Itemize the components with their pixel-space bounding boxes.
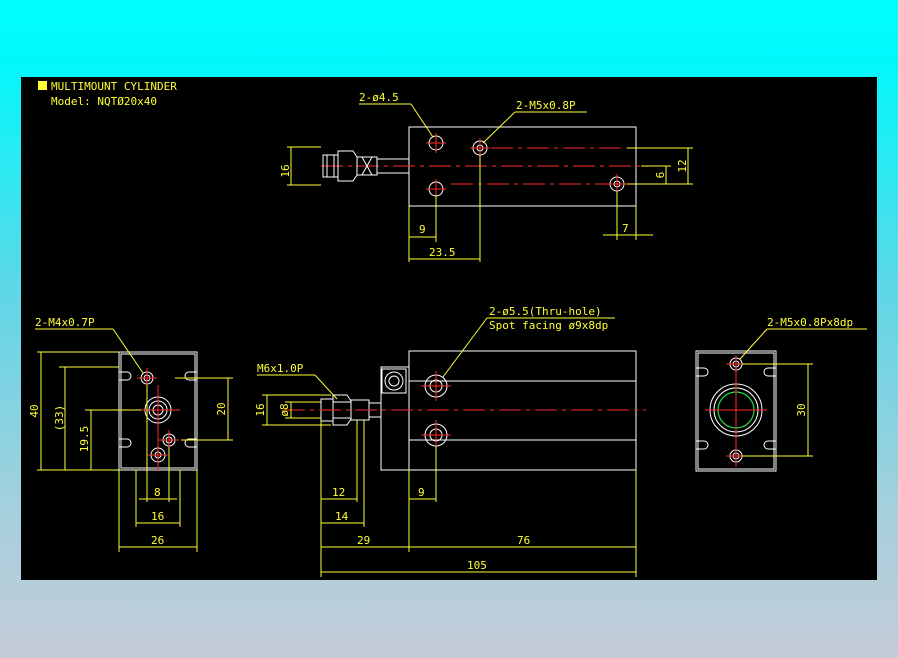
- front-dim-16: 16: [254, 403, 267, 416]
- left-tap-callout: 2-M4x0.7P: [35, 316, 95, 329]
- product-title: MULTIMOUNT CYLINDER: [51, 80, 177, 93]
- front-dim-9: 9: [418, 486, 425, 499]
- drawing-sheet: MULTIMOUNT CYLINDER Model: NQTØ20x40 2-ø…: [21, 77, 877, 580]
- front-thread-callout: M6x1.0P: [257, 362, 304, 375]
- top-view: 2-ø4.5 2-M5x0.8P 16 12 6 9 7 23.5: [279, 91, 693, 262]
- left-dim-19-5: 19.5: [78, 426, 91, 453]
- front-thruhole-callout: 2-ø5.5(Thru-hole): [489, 305, 602, 318]
- top-dim-6: 6: [654, 172, 667, 179]
- title-marker-icon: [38, 81, 47, 90]
- top-dim-16: 16: [279, 164, 292, 177]
- front-port: [381, 368, 407, 394]
- front-spotface-callout: Spot facing ø9x8dp: [489, 319, 608, 332]
- right-view: 2-M5x0.8Px8dp 30: [695, 316, 867, 472]
- right-dim-30: 30: [795, 403, 808, 416]
- left-dim-26: 26: [151, 534, 164, 547]
- technical-drawing: MULTIMOUNT CYLINDER Model: NQTØ20x40 2-ø…: [28, 80, 867, 577]
- left-dim-20: 20: [215, 402, 228, 415]
- front-view: M6x1.0P 2-ø5.5(Thru-hole) Spot facing ø9…: [254, 305, 646, 577]
- top-holes-callout: 2-ø4.5: [359, 91, 399, 104]
- right-tap-callout: 2-M5x0.8Px8dp: [767, 316, 853, 329]
- model-label: Model: NQTØ20x40: [51, 95, 157, 108]
- left-dim-16: 16: [151, 510, 164, 523]
- top-dim-12: 12: [676, 159, 689, 172]
- left-dim-8: 8: [154, 486, 161, 499]
- front-dim-105: 105: [467, 559, 487, 572]
- top-tap-callout: 2-M5x0.8P: [516, 99, 576, 112]
- front-dim-12: 12: [332, 486, 345, 499]
- front-dim-14: 14: [335, 510, 349, 523]
- left-dim-33: (33): [53, 405, 66, 432]
- front-dim-d8: ø8: [278, 403, 291, 416]
- front-dim-76: 76: [517, 534, 530, 547]
- left-dim-40: 40: [28, 404, 41, 417]
- top-dim-23-5: 23.5: [429, 246, 456, 259]
- top-dim-7: 7: [622, 222, 629, 235]
- left-view: 2-M4x0.7P 40 (33) 19.5 20 8 16 26: [28, 316, 233, 552]
- front-dim-29: 29: [357, 534, 370, 547]
- top-dim-9: 9: [419, 223, 426, 236]
